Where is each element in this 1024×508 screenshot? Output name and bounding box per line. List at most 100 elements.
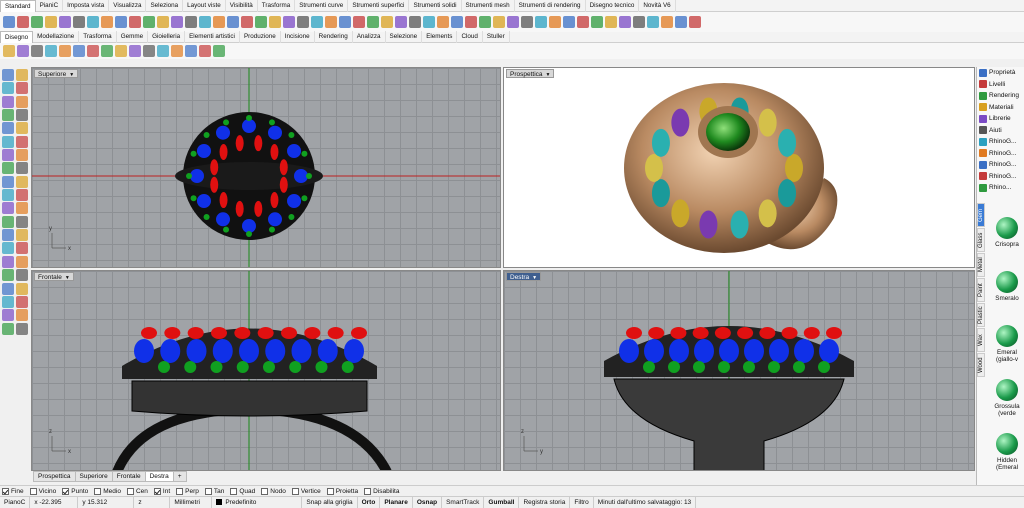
tool-icon[interactable] [16, 122, 28, 135]
ribbon-tab[interactable]: Gemme [117, 31, 149, 43]
tool-icon[interactable] [199, 45, 211, 57]
tool-icon[interactable] [3, 45, 15, 57]
tool-icon[interactable] [2, 69, 14, 81]
toolbar-icon[interactable] [353, 16, 365, 28]
toolbar-icon[interactable] [577, 16, 589, 28]
tool-icon[interactable] [16, 242, 28, 255]
snap-vertice[interactable]: Vertice [291, 487, 321, 495]
menu-tab[interactable]: Strumenti mesh [462, 0, 515, 12]
material-category-tab[interactable]: Wax [977, 328, 985, 352]
material-category-tab[interactable]: Glass [977, 228, 985, 252]
toolbar-icon[interactable] [45, 16, 57, 28]
add-viewport-tab-icon[interactable]: + [172, 471, 187, 482]
snap-medio[interactable]: Medio [94, 487, 121, 495]
toolbar-icon[interactable] [297, 16, 309, 28]
toolbar-icon[interactable] [3, 16, 15, 28]
panel-item[interactable]: RhinoG... [977, 159, 1024, 171]
checkbox[interactable] [126, 487, 134, 495]
panel-item[interactable]: Librerie [977, 113, 1024, 125]
gumball-toggle[interactable]: Gumball [484, 496, 520, 508]
ribbon-tab[interactable]: Rendering [315, 31, 353, 43]
material-swatch[interactable]: Smeralo [990, 271, 1024, 302]
tool-icon[interactable] [17, 45, 29, 57]
tool-icon[interactable] [16, 189, 28, 202]
ribbon-tab[interactable]: Elements [422, 31, 458, 43]
toolbar-icon[interactable] [451, 16, 463, 28]
chevron-down-icon[interactable]: ▼ [546, 72, 551, 78]
tool-icon[interactable] [2, 122, 14, 135]
checkbox[interactable] [204, 487, 212, 495]
toolbar-icon[interactable] [269, 16, 281, 28]
tool-icon[interactable] [2, 282, 14, 295]
ribbon-tab[interactable]: Selezione [386, 31, 423, 43]
material-category-tab[interactable]: Gem [977, 203, 985, 227]
menu-tab[interactable]: Seleziona [146, 0, 184, 12]
toolbar-icon[interactable] [129, 16, 141, 28]
material-category-tab[interactable]: Wood [977, 353, 985, 377]
toolbar-icon[interactable] [157, 16, 169, 28]
material-swatch[interactable]: Grossula (verde [990, 379, 1024, 417]
menu-tab[interactable]: Strumenti solidi [409, 0, 462, 12]
tool-icon[interactable] [16, 69, 28, 81]
tool-icon[interactable] [2, 309, 14, 322]
checkbox[interactable] [364, 487, 372, 495]
tool-icon[interactable] [87, 45, 99, 57]
panel-item[interactable]: Rhino... [977, 182, 1024, 194]
viewport-tab[interactable]: Superiore [74, 471, 113, 482]
ribbon-tab[interactable]: Elementi artistici [185, 31, 240, 43]
material-category-tab[interactable]: Paint [977, 278, 985, 302]
snap-vicino[interactable]: Vicino [29, 487, 56, 495]
tool-icon[interactable] [2, 162, 14, 175]
toolbar-icon[interactable] [549, 16, 561, 28]
ribbon-tab[interactable]: Gioielleria [148, 31, 186, 43]
tool-icon[interactable] [16, 175, 28, 188]
viewport-right[interactable]: Destra ▼ yz [503, 270, 975, 471]
status-plane[interactable]: PianoC [0, 496, 31, 508]
snap-proietta[interactable]: Proietta [326, 487, 358, 495]
menu-tab[interactable]: Visibilità [226, 0, 258, 12]
viewport-title-right[interactable]: Destra ▼ [506, 272, 542, 281]
tool-icon[interactable] [16, 202, 28, 215]
tool-icon[interactable] [2, 95, 14, 108]
tool-icon[interactable] [185, 45, 197, 57]
tool-icon[interactable] [213, 45, 225, 57]
toolbar-icon[interactable] [171, 16, 183, 28]
viewport-front[interactable]: Frontale ▼ xz [31, 270, 501, 471]
toolbar-icon[interactable] [423, 16, 435, 28]
toolbar-icon[interactable] [101, 16, 113, 28]
panel-item[interactable]: RhinoG... [977, 148, 1024, 160]
material-swatch[interactable]: Emeral (giallo-v [990, 325, 1024, 363]
panel-item[interactable]: Rendering [977, 90, 1024, 102]
tool-icon[interactable] [16, 322, 28, 335]
tool-icon[interactable] [2, 149, 14, 162]
checkbox[interactable] [176, 487, 184, 495]
viewport-top[interactable]: Superiore ▼ xy [31, 67, 501, 268]
tool-icon[interactable] [2, 229, 14, 242]
viewport-tab[interactable]: Destra [144, 471, 174, 482]
tool-icon[interactable] [171, 45, 183, 57]
toolbar-icon[interactable] [255, 16, 267, 28]
tool-icon[interactable] [2, 135, 14, 148]
tool-icon[interactable] [16, 82, 28, 95]
toolbar-icon[interactable] [437, 16, 449, 28]
tool-icon[interactable] [2, 295, 14, 308]
toolbar-icon[interactable] [395, 16, 407, 28]
toolbar-icon[interactable] [325, 16, 337, 28]
tool-icon[interactable] [31, 45, 43, 57]
toolbar-icon[interactable] [31, 16, 43, 28]
tool-icon[interactable] [16, 135, 28, 148]
tool-icon[interactable] [16, 255, 28, 268]
menu-tab[interactable]: Strumenti curve [295, 0, 349, 12]
tool-icon[interactable] [16, 95, 28, 108]
panel-item[interactable]: Aiuti [977, 125, 1024, 137]
tool-icon[interactable] [16, 215, 28, 228]
checkbox[interactable] [153, 487, 161, 495]
viewport-title-front[interactable]: Frontale ▼ [34, 272, 74, 281]
ribbon-tab[interactable]: Stuller [483, 31, 510, 43]
chevron-down-icon[interactable]: ▼ [532, 275, 537, 281]
toolbar-icon[interactable] [633, 16, 645, 28]
toolbar-icon[interactable] [143, 16, 155, 28]
material-category-tab[interactable]: Metal [977, 253, 985, 277]
menu-tab[interactable]: Strumenti di rendering [515, 0, 586, 12]
material-swatch[interactable]: Hidden (Emeral [990, 433, 1024, 471]
